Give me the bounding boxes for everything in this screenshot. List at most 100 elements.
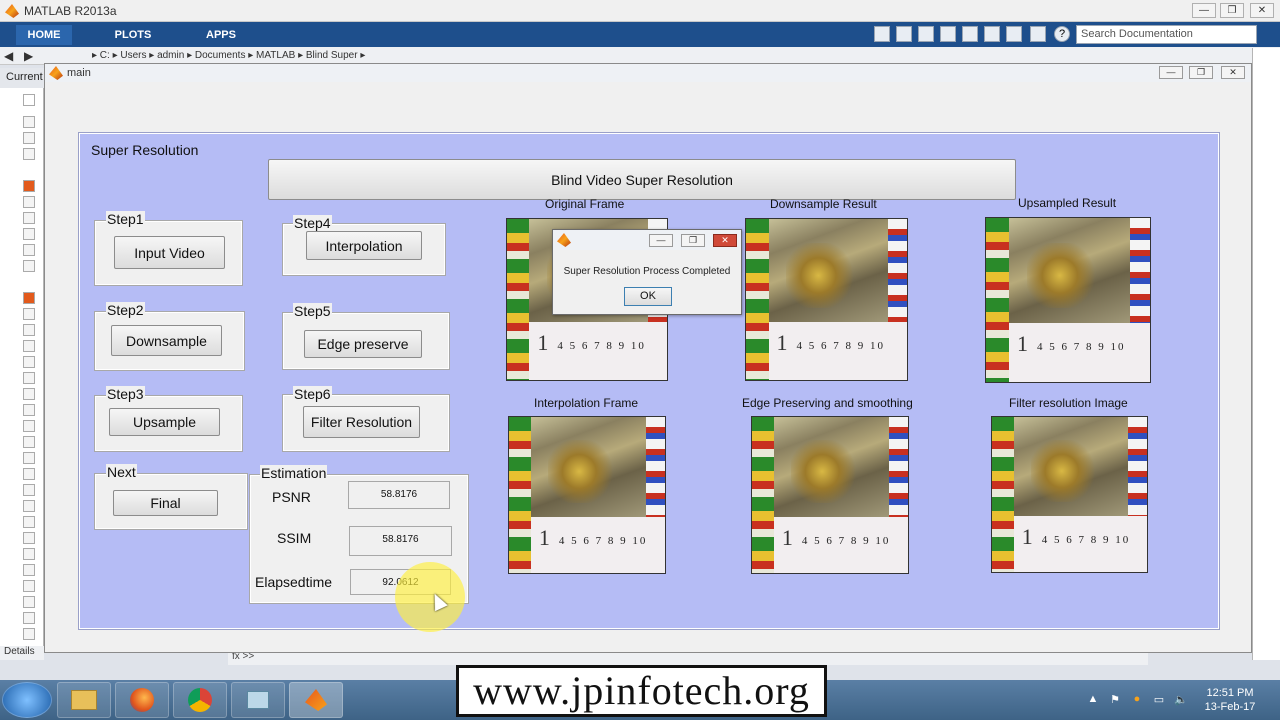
maximize-button[interactable]: ❐: [1220, 3, 1244, 18]
toolbar-icon[interactable]: [874, 26, 890, 42]
file-icon[interactable]: [23, 94, 35, 106]
file-icon[interactable]: [23, 212, 35, 224]
psnr-field[interactable]: 58.8176: [348, 481, 450, 509]
command-window-strip[interactable]: fx >>: [228, 651, 1148, 665]
file-icon[interactable]: [23, 484, 35, 496]
paste-icon[interactable]: [962, 26, 978, 42]
copy-icon[interactable]: [940, 26, 956, 42]
path-breadcrumb[interactable]: ▸ C: ▸ Users ▸ admin ▸ Documents ▸ MATLA…: [92, 50, 365, 61]
file-icon[interactable]: [23, 628, 35, 640]
back-icon[interactable]: ◀: [4, 49, 13, 63]
dialog-minimize-button[interactable]: —: [649, 234, 673, 247]
matlab-titlebar: MATLAB R2013a — ❐ ✕: [0, 0, 1280, 22]
tab-plots[interactable]: PLOTS: [104, 25, 162, 45]
forward-icon[interactable]: ▶: [24, 49, 33, 63]
edge-preserving-caption: Edge Preserving and smoothing: [742, 396, 913, 410]
file-icon[interactable]: [23, 324, 35, 336]
file-icon[interactable]: [23, 420, 35, 432]
figure-window: main — ❐ ✕ Super Resolution Blind Video …: [44, 63, 1252, 653]
dialog-close-button[interactable]: ✕: [713, 234, 737, 247]
edge-preserve-button[interactable]: Edge preserve: [304, 330, 422, 358]
file-icon[interactable]: [23, 244, 35, 256]
file-icon[interactable]: [23, 548, 35, 560]
file-icon[interactable]: [23, 452, 35, 464]
start-icon[interactable]: [2, 682, 52, 718]
file-icon[interactable]: [23, 148, 35, 160]
watermark: www.jpinfotech.org: [456, 665, 827, 717]
firefox-icon[interactable]: [115, 682, 169, 718]
final-button[interactable]: Final: [113, 490, 218, 516]
tray-arrow-icon[interactable]: ▲: [1086, 693, 1100, 707]
step4-label: Step4: [293, 215, 332, 231]
clock[interactable]: 12:51 PM 13-Feb-17: [1200, 686, 1260, 714]
help-icon[interactable]: ?: [1054, 26, 1070, 42]
psnr-label: PSNR: [272, 489, 311, 505]
file-icon[interactable]: [23, 404, 35, 416]
file-icon[interactable]: [23, 564, 35, 576]
redo-icon[interactable]: [1006, 26, 1022, 42]
file-icon[interactable]: [23, 388, 35, 400]
close-button[interactable]: ✕: [1250, 3, 1274, 18]
matlab-logo-icon: [557, 233, 571, 247]
interpolation-button[interactable]: Interpolation: [306, 231, 422, 260]
original-frame-caption: Original Frame: [545, 197, 625, 211]
file-icon[interactable]: [23, 228, 35, 240]
cut-icon[interactable]: [918, 26, 934, 42]
upsampled-result-caption: Upsampled Result: [1018, 196, 1117, 210]
folder-icon[interactable]: [57, 682, 111, 718]
next-label: Next: [106, 464, 137, 480]
file-icon[interactable]: [23, 196, 35, 208]
figure-close-button[interactable]: ✕: [1221, 66, 1245, 79]
file-icon[interactable]: [23, 516, 35, 528]
dialog-maximize-button[interactable]: ❐: [681, 234, 705, 247]
file-icon[interactable]: [23, 308, 35, 320]
save-icon[interactable]: [896, 26, 912, 42]
file-icon[interactable]: [23, 180, 35, 192]
file-icon[interactable]: [23, 500, 35, 512]
input-video-button[interactable]: Input Video: [114, 236, 225, 269]
downsample-button[interactable]: Downsample: [111, 325, 222, 356]
interpolation-frame-image: 14 5 6 7 8 9 10: [508, 416, 666, 574]
figure-maximize-button[interactable]: ❐: [1189, 66, 1213, 79]
search-input[interactable]: Search Documentation: [1076, 25, 1257, 44]
file-icon[interactable]: [23, 372, 35, 384]
interpolation-frame-caption: Interpolation Frame: [534, 396, 639, 410]
app-icon[interactable]: [231, 682, 285, 718]
volume-icon[interactable]: 🔈: [1174, 693, 1188, 707]
blind-video-super-resolution-button[interactable]: Blind Video Super Resolution: [268, 159, 1016, 200]
downsample-result-image: 14 5 6 7 8 9 10: [745, 218, 908, 381]
file-icon[interactable]: [23, 356, 35, 368]
file-icon[interactable]: [23, 292, 35, 304]
filter-resolution-button[interactable]: Filter Resolution: [303, 406, 420, 438]
chrome-icon[interactable]: [173, 682, 227, 718]
figure-minimize-button[interactable]: —: [1159, 66, 1183, 79]
minimize-button[interactable]: —: [1192, 3, 1216, 18]
undo-icon[interactable]: [984, 26, 1000, 42]
file-icon[interactable]: [23, 116, 35, 128]
file-icon[interactable]: [23, 436, 35, 448]
flag-icon[interactable]: ⚑: [1108, 693, 1122, 707]
network-icon[interactable]: ●: [1130, 693, 1144, 707]
tab-home[interactable]: HOME: [16, 25, 72, 45]
tab-apps[interactable]: APPS: [192, 25, 250, 45]
matlab-taskbar-icon[interactable]: [289, 682, 343, 718]
file-icon[interactable]: [23, 580, 35, 592]
details-label[interactable]: Details: [0, 646, 44, 660]
dialog-titlebar: — ❐ ✕: [553, 230, 741, 250]
elapsedtime-label: Elapsedtime: [255, 574, 333, 590]
file-icon[interactable]: [23, 132, 35, 144]
step2-label: Step2: [106, 302, 145, 318]
file-icon[interactable]: [23, 612, 35, 624]
file-icon[interactable]: [23, 596, 35, 608]
display-icon[interactable]: ▭: [1152, 693, 1166, 707]
file-icon[interactable]: [23, 532, 35, 544]
ssim-field[interactable]: 58.8176: [349, 526, 452, 556]
upsample-button[interactable]: Upsample: [109, 408, 220, 436]
file-icon[interactable]: [23, 468, 35, 480]
file-icon[interactable]: [23, 340, 35, 352]
ok-button[interactable]: OK: [624, 287, 672, 306]
layout-icon[interactable]: [1030, 26, 1046, 42]
step5-label: Step5: [293, 303, 332, 319]
workspace-strip: [1252, 48, 1280, 660]
file-icon[interactable]: [23, 260, 35, 272]
